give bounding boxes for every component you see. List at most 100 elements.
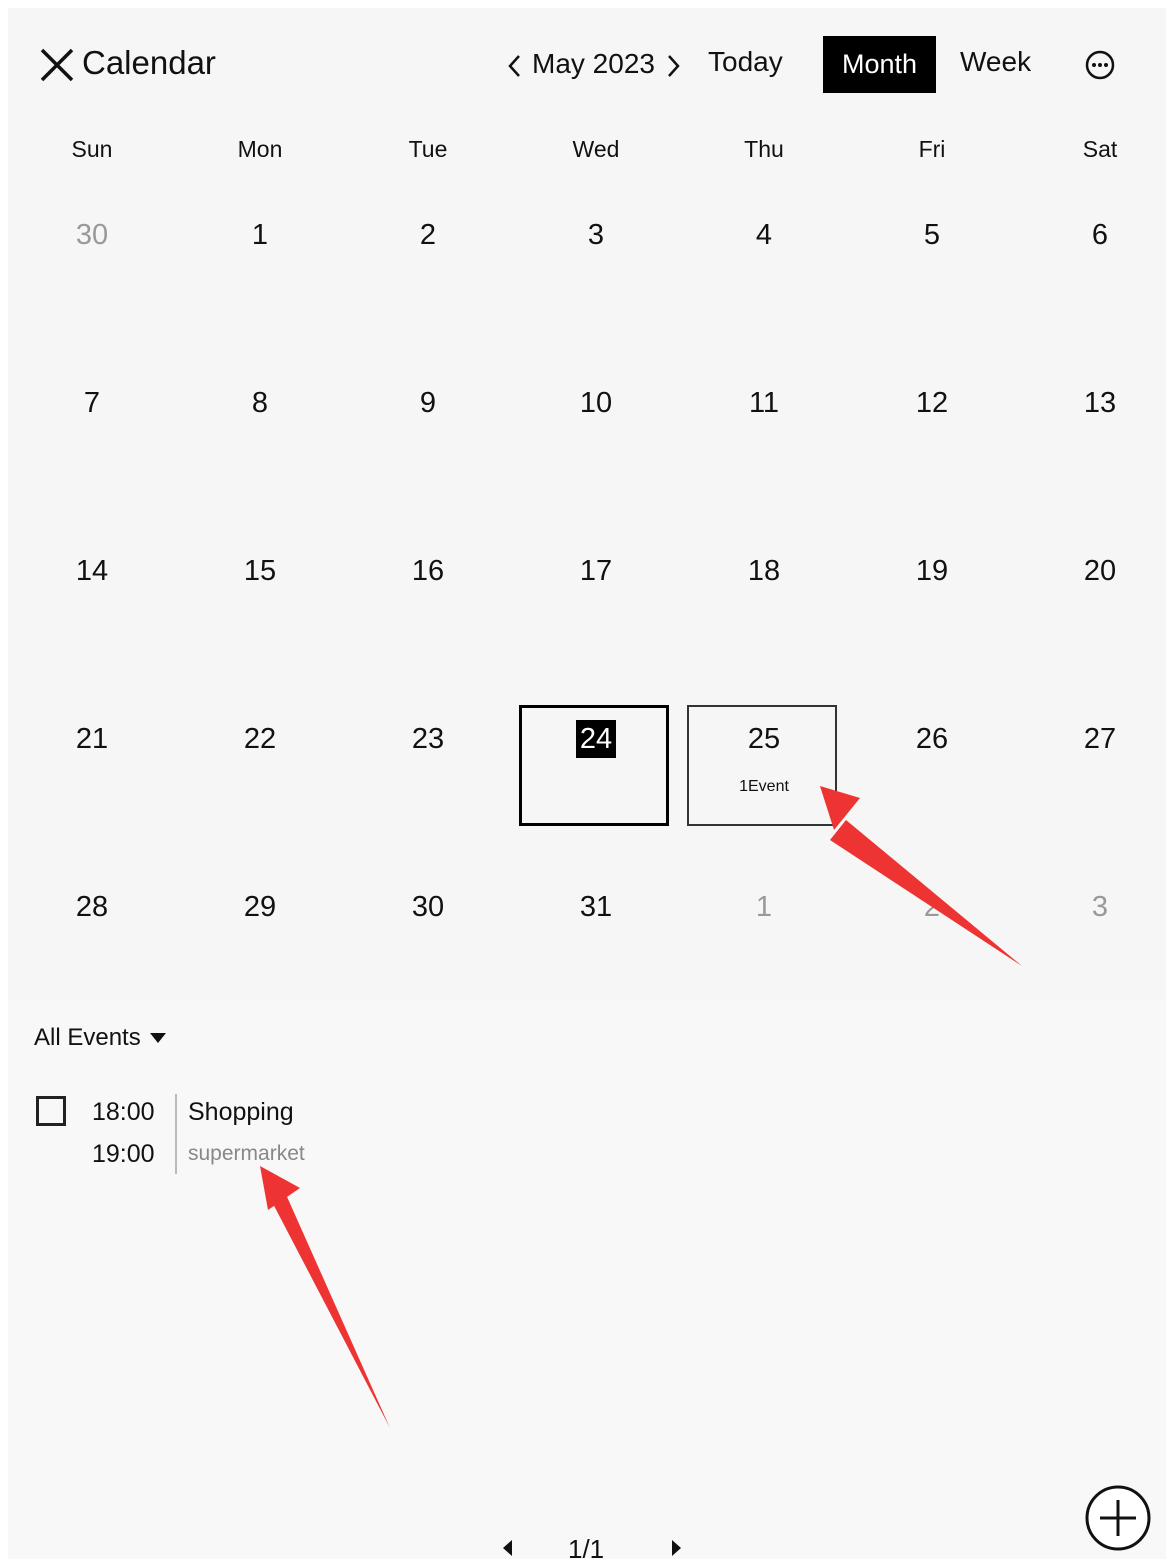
calendar-day[interactable]: 1 [680,850,848,1018]
add-event-button[interactable] [1084,1484,1152,1552]
plus-circle-icon [1085,1485,1151,1551]
day-number: 14 [75,555,109,587]
day-number: 26 [915,723,949,755]
calendar-day[interactable]: 14 [8,514,176,682]
calendar-day[interactable]: 23 [344,682,512,850]
calendar-day[interactable]: 29 [176,850,344,1018]
calendar-day[interactable]: 19 [848,514,1016,682]
chevron-right-icon [668,55,680,77]
day-number: 25 [747,723,781,755]
caret-down-icon [149,1033,166,1043]
calendar-day[interactable]: 10 [512,346,680,514]
calendar-day[interactable]: 21 [8,682,176,850]
current-month-label: May 2023 [532,48,655,79]
event-filter-dropdown[interactable]: All Events [34,1024,167,1052]
events-panel: All Events 18:00 19:00 Shopping supermar… [8,1000,1166,1559]
previous-page-button[interactable] [500,1538,516,1558]
weekday-label: Thu [744,136,784,162]
day-number: 8 [251,387,269,419]
header: Calendar May 2023 Today Month Week [8,8,1166,128]
calendar-screen: Calendar May 2023 Today Month Week Sun Mo… [8,8,1166,1559]
more-options-button[interactable] [1083,48,1117,82]
weekday-label: Fri [918,136,946,162]
calendar-day[interactable]: 15 [176,514,344,682]
event-checkbox[interactable] [36,1096,66,1126]
calendar-day[interactable]: 11 [680,346,848,514]
calendar-day[interactable]: 9 [344,346,512,514]
day-number: 24 [575,720,617,758]
today-button[interactable]: Today [708,46,783,78]
calendar-day[interactable]: 2 [848,850,1016,1018]
calendar-day[interactable]: 24 [512,682,680,850]
weekday-label: Sat [1082,136,1118,162]
event-item[interactable]: 18:00 19:00 Shopping supermarket [34,1086,454,1176]
day-number: 11 [748,387,780,419]
calendar-day[interactable]: 12 [848,346,1016,514]
close-icon [40,48,74,82]
day-number: 1 [755,891,773,923]
day-number: 17 [579,555,613,587]
day-number: 3 [587,219,605,251]
day-number: 12 [915,387,949,419]
calendar-day[interactable]: 25 1Event [680,682,848,850]
chevron-left-icon [508,55,520,77]
app-title: Calendar [82,44,216,81]
calendar-day[interactable]: 16 [344,514,512,682]
day-number: 1 [251,219,269,251]
day-number: 21 [75,723,109,755]
event-title: Shopping [188,1098,294,1126]
next-page-button[interactable] [668,1538,684,1558]
calendar-day[interactable]: 17 [512,514,680,682]
calendar-day[interactable]: 4 [680,178,848,346]
calendar-day[interactable]: 27 [1016,682,1166,850]
calendar-day[interactable]: 6 [1016,178,1166,346]
day-number: 18 [747,555,781,587]
day-number: 5 [923,219,941,251]
calendar-day[interactable]: 20 [1016,514,1166,682]
close-button[interactable] [38,46,76,84]
calendar-day[interactable]: 22 [176,682,344,850]
day-number: 15 [243,555,277,587]
day-number: 2 [419,219,437,251]
previous-month-button[interactable] [504,50,524,82]
day-number: 16 [411,555,445,587]
calendar-day[interactable]: 30 [8,178,176,346]
event-divider [175,1094,177,1174]
month-view-button[interactable]: Month [823,36,936,93]
calendar-day[interactable]: 18 [680,514,848,682]
weekday-label: Mon [237,136,283,162]
calendar-day[interactable]: 30 [344,850,512,1018]
weekday-label: Wed [572,136,620,162]
calendar-day[interactable]: 3 [1016,850,1166,1018]
calendar-day[interactable]: 13 [1016,346,1166,514]
calendar-day[interactable]: 26 [848,682,1016,850]
calendar-day[interactable]: 5 [848,178,1016,346]
calendar-day[interactable]: 31 [512,850,680,1018]
day-number: 4 [755,219,773,251]
calendar-day[interactable]: 7 [8,346,176,514]
weekday-label: Tue [408,136,448,162]
weekday-label: Sun [71,136,113,162]
day-number: 22 [243,723,277,755]
day-number: 2 [923,891,941,923]
page-indicator: 1/1 [568,1534,605,1559]
event-end-time: 19:00 [92,1140,155,1168]
day-number: 20 [1083,555,1117,587]
day-number: 31 [579,891,613,923]
calendar-day[interactable]: 3 [512,178,680,346]
week-view-button[interactable]: Week [960,46,1031,78]
event-filter-label: All Events [34,1024,141,1051]
day-number: 28 [75,891,109,923]
day-number: 7 [83,387,101,419]
day-number: 6 [1091,219,1109,251]
calendar-day[interactable]: 2 [344,178,512,346]
day-number: 19 [915,555,949,587]
calendar-day[interactable]: 28 [8,850,176,1018]
day-number: 30 [75,219,109,251]
calendar-day[interactable]: 8 [176,346,344,514]
triangle-right-icon [672,1540,681,1556]
day-number: 27 [1083,723,1117,755]
next-month-button[interactable] [664,50,684,82]
calendar-day[interactable]: 1 [176,178,344,346]
weekday-header: Sun Mon Tue Wed Thu Fri Sat [8,136,1166,176]
